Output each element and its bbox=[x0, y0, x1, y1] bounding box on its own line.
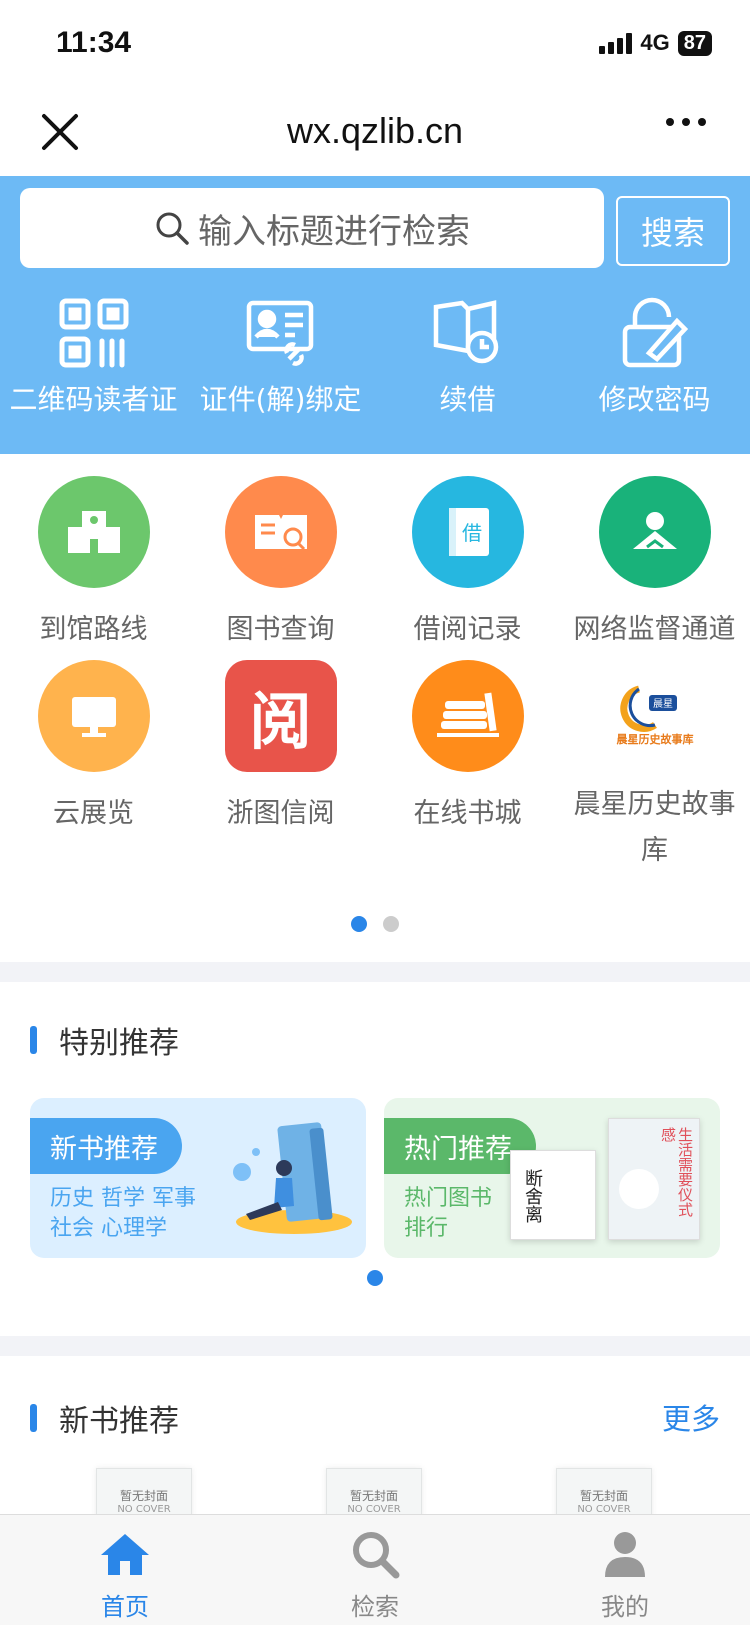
quick-action-label: 续借 bbox=[439, 383, 496, 416]
grid-item-label: 晨星历史故事库 bbox=[573, 789, 736, 866]
tab-label: 检索 bbox=[351, 1593, 399, 1621]
quick-action-label: 证件(解)绑定 bbox=[199, 383, 362, 416]
monitor-icon bbox=[37, 660, 150, 772]
book-search-icon bbox=[224, 476, 337, 588]
page-dot-active[interactable] bbox=[367, 1270, 383, 1286]
more-options-icon[interactable] bbox=[666, 118, 706, 126]
tab-search[interactable]: 检索 bbox=[250, 1515, 500, 1625]
search-icon bbox=[156, 212, 189, 245]
function-grid: 到馆路线 图书查询 借 借阅记录 网络监督通道 云展览 阅 浙图信阅 在线书城 bbox=[0, 454, 750, 962]
grid-item-zhetu-read[interactable]: 阅 浙图信阅 bbox=[187, 660, 374, 838]
status-indicators: 4G 87 bbox=[599, 30, 712, 56]
section-title: 新书推荐 bbox=[59, 1404, 179, 1439]
building-icon bbox=[37, 476, 150, 588]
new-books-card[interactable]: 新书推荐 历史 哲学 军事 社会 心理学 bbox=[30, 1098, 366, 1258]
status-bar: 11:34 4G 87 bbox=[0, 0, 750, 88]
page-url-title: wx.qzlib.cn bbox=[286, 110, 464, 151]
section-marker bbox=[30, 1026, 37, 1054]
tab-home[interactable]: 首页 bbox=[0, 1515, 250, 1625]
grid-item-label: 在线书城 bbox=[413, 798, 522, 829]
section-marker bbox=[30, 1404, 37, 1432]
cover-illustration bbox=[619, 1169, 659, 1209]
tab-mine[interactable]: 我的 bbox=[500, 1515, 750, 1625]
section-title: 特别推荐 bbox=[59, 1026, 179, 1061]
grid-item-supervision[interactable]: 网络监督通道 bbox=[561, 476, 748, 654]
book-cover-title: 断舍离 bbox=[522, 1169, 543, 1223]
search-button[interactable]: 搜索 bbox=[616, 196, 730, 266]
user-icon bbox=[500, 1527, 750, 1581]
id-card-link-icon bbox=[187, 294, 374, 372]
header-panel: 输入标题进行检索 搜索 二维码读者证 证件(解)绑定 续借 修改密码 bbox=[0, 176, 750, 454]
grid-item-label: 图书查询 bbox=[226, 614, 335, 645]
section-header: 特别推荐 bbox=[30, 1018, 179, 1062]
home-icon bbox=[0, 1527, 250, 1581]
status-time: 11:34 bbox=[56, 26, 132, 59]
battery-level: 87 bbox=[677, 30, 712, 56]
search-placeholder: 输入标题进行检索 bbox=[198, 211, 470, 252]
special-recommend-section: 特别推荐 新书推荐 历史 哲学 军事 社会 心理学 热门推荐 热门图书排行 断舍… bbox=[0, 982, 750, 1336]
page-dot-active[interactable] bbox=[351, 916, 367, 932]
grid-item-label: 到馆路线 bbox=[39, 614, 148, 645]
quick-action-change-password[interactable]: 修改密码 bbox=[561, 294, 748, 418]
grid-item-book-search[interactable]: 图书查询 bbox=[187, 476, 374, 654]
person-book-icon bbox=[598, 476, 711, 588]
grid-item-borrow-records[interactable]: 借 借阅记录 bbox=[374, 476, 561, 654]
grid-item-chenxing-history[interactable]: 晨星 晨星历史故事库 晨星历史故事库 bbox=[561, 660, 748, 874]
quick-action-label: 二维码读者证 bbox=[9, 383, 178, 416]
read-app-glyph: 阅 bbox=[249, 685, 312, 758]
grid-item-directions[interactable]: 到馆路线 bbox=[0, 476, 187, 654]
tab-label: 首页 bbox=[101, 1593, 149, 1621]
book-cover: 断舍离 bbox=[510, 1150, 596, 1240]
card-subtitle: 历史 哲学 军事 社会 心理学 bbox=[50, 1186, 196, 1241]
svg-text:晨星: 晨星 bbox=[653, 698, 673, 710]
cover-placeholder-text: 暂无封面 bbox=[579, 1489, 628, 1503]
svg-text:借: 借 bbox=[462, 521, 482, 545]
svg-text:晨星历史故事库: 晨星历史故事库 bbox=[616, 732, 693, 746]
quick-action-id-binding[interactable]: 证件(解)绑定 bbox=[187, 294, 374, 418]
card-subtitle: 热门图书排行 bbox=[404, 1186, 493, 1241]
network-type: 4G bbox=[640, 30, 670, 55]
special-page-indicator bbox=[0, 1270, 750, 1286]
lock-edit-icon bbox=[561, 294, 748, 372]
chenxing-logo-icon: 晨星 晨星历史故事库 bbox=[598, 660, 711, 772]
signal-icon bbox=[599, 32, 633, 54]
grid-item-cloud-exhibition[interactable]: 云展览 bbox=[0, 660, 187, 838]
hot-books-card[interactable]: 热门推荐 热门图书排行 断舍离 生活需要仪式感 bbox=[384, 1098, 720, 1258]
browser-nav-bar: wx.qzlib.cn bbox=[0, 88, 750, 176]
grid-item-label: 云展览 bbox=[53, 798, 134, 829]
borrow-book-icon: 借 bbox=[411, 476, 524, 588]
grid-item-label: 借阅记录 bbox=[413, 614, 522, 645]
card-tag: 新书推荐 bbox=[30, 1118, 182, 1174]
cover-placeholder-text: 暂无封面 bbox=[349, 1489, 398, 1503]
search-icon bbox=[250, 1527, 500, 1581]
grid-item-label: 浙图信阅 bbox=[226, 798, 335, 829]
grid-item-online-bookstore[interactable]: 在线书城 bbox=[374, 660, 561, 838]
quick-action-renew[interactable]: 续借 bbox=[374, 294, 561, 418]
page-dot[interactable] bbox=[383, 916, 399, 932]
quick-action-label: 修改密码 bbox=[598, 383, 711, 416]
qr-code-icon bbox=[0, 294, 187, 372]
book-cover-title: 生活需要仪式感 bbox=[659, 1127, 694, 1217]
grid-item-label: 网络监督通道 bbox=[573, 614, 736, 645]
cover-placeholder-text: 暂无封面 bbox=[119, 1489, 168, 1503]
quick-action-qr-card[interactable]: 二维码读者证 bbox=[0, 294, 187, 418]
bottom-tab-bar: 首页 检索 我的 bbox=[0, 1514, 750, 1625]
search-input[interactable]: 输入标题进行检索 bbox=[20, 188, 604, 268]
reading-illustration bbox=[233, 1122, 352, 1234]
read-app-icon: 阅 bbox=[224, 660, 337, 772]
grid-page-indicator bbox=[0, 916, 750, 932]
book-cover: 生活需要仪式感 bbox=[608, 1118, 700, 1240]
tab-label: 我的 bbox=[601, 1593, 649, 1621]
book-clock-icon bbox=[374, 294, 561, 372]
bookshelf-icon bbox=[411, 660, 524, 772]
section-header: 新书推荐 bbox=[30, 1396, 179, 1440]
more-link[interactable]: 更多 bbox=[662, 1396, 720, 1438]
